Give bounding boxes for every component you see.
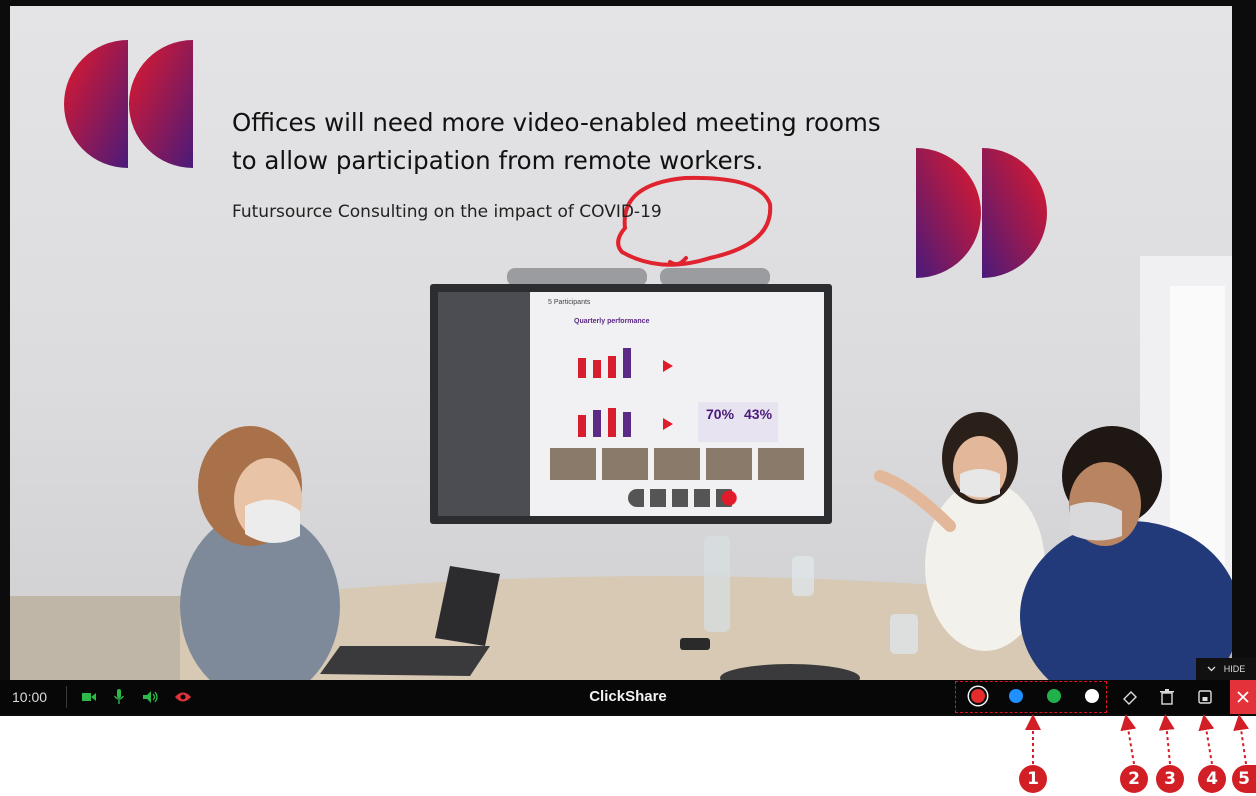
screen-right-edge — [1232, 6, 1256, 680]
save-icon[interactable] — [1195, 687, 1215, 707]
callout-badge-5: 5 — [1232, 765, 1256, 793]
callout-badge-3: 3 — [1156, 765, 1184, 793]
slide-subtitle: Futursource Consulting on the impact of … — [232, 202, 662, 222]
wall-display: 5 Participants Quarterly performance 70%… — [430, 284, 832, 524]
headline-line-1: Offices will need more video-enabled mee… — [232, 108, 881, 137]
hide-toolbar-button[interactable]: HIDE — [1196, 658, 1256, 680]
eraser-icon[interactable] — [1120, 687, 1140, 707]
pen-colors-highlight — [955, 681, 1107, 713]
close-icon — [1237, 691, 1249, 703]
display-participants-label: 5 Participants — [548, 299, 591, 306]
callout-badge-4: 4 — [1198, 765, 1226, 793]
display-sidebar — [438, 292, 530, 516]
display-screen: 5 Participants Quarterly performance 70%… — [438, 292, 824, 516]
display-call-controls — [628, 489, 738, 507]
headline-line-2: to allow participation from remote worke… — [232, 146, 764, 175]
display-video-tiles — [550, 448, 810, 480]
screen-left-edge — [0, 6, 10, 680]
display-chart-title: Quarterly performance — [574, 318, 650, 325]
callout-badge-2: 2 — [1120, 765, 1148, 793]
trash-icon[interactable] — [1157, 687, 1177, 707]
chevron-down-icon — [1207, 666, 1216, 672]
callout-badge-1: 1 — [1019, 765, 1047, 793]
display-stat-2: 43% — [744, 406, 773, 422]
shared-slide: 5 Participants Quarterly performance 70%… — [10, 6, 1232, 680]
slide-headline: Offices will need more video-enabled mee… — [232, 104, 1132, 180]
hide-label: HIDE — [1223, 664, 1246, 674]
display-stat-1: 70% — [706, 406, 735, 422]
presentation-screen: 5 Participants Quarterly performance 70%… — [0, 0, 1256, 716]
close-button[interactable] — [1230, 680, 1256, 714]
